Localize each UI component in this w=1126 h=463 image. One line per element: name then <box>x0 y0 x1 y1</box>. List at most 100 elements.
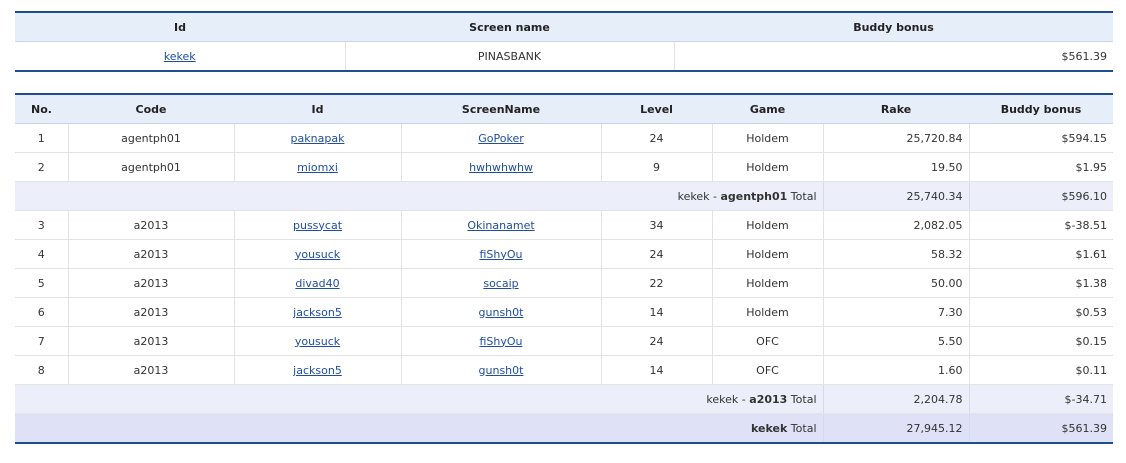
row-id-link[interactable]: miomxi <box>297 161 338 174</box>
row-screen-name-cell: gunsh0t <box>401 355 602 385</box>
row-game: Holdem <box>712 152 824 182</box>
table-row: 5 a2013 divad40 socaip 22 Holdem 50.00 $… <box>15 268 1113 298</box>
table-row: 1 agentph01 paknapak GoPoker 24 Holdem 2… <box>15 123 1113 153</box>
subtotal-owner: kekek <box>677 189 710 203</box>
row-level: 9 <box>601 152 713 182</box>
table-row: 2 agentph01 miomxi hwhwhwhw 9 Holdem 19.… <box>15 152 1113 182</box>
row-screen-name-cell: gunsh0t <box>401 297 602 327</box>
row-code: agentph01 <box>68 123 235 153</box>
subtotal-buddy-bonus: $-34.71 <box>969 384 1113 414</box>
header-screen-name: ScreenName <box>401 94 601 124</box>
table-row: 4 a2013 yousuck fiShyOu 24 Holdem 58.32 … <box>15 239 1113 269</box>
subtotal-label: kekek - agentph01 Total <box>15 181 824 211</box>
row-screen-name-cell: Okinanamet <box>401 210 602 240</box>
row-rake: 5.50 <box>823 326 970 356</box>
row-id-cell: jackson5 <box>234 355 402 385</box>
row-game: OFC <box>712 355 824 385</box>
row-id-link[interactable]: divad40 <box>295 277 339 290</box>
row-no: 4 <box>15 239 69 269</box>
row-buddy-bonus: $594.15 <box>969 123 1113 153</box>
row-code: a2013 <box>68 326 235 356</box>
row-code: a2013 <box>68 297 235 327</box>
row-level: 24 <box>601 123 713 153</box>
row-buddy-bonus: $1.95 <box>969 152 1113 182</box>
row-screen-name-cell: GoPoker <box>401 123 602 153</box>
grand-total-label: kekek Total <box>15 413 824 444</box>
subtotal-rake: 25,740.34 <box>823 181 970 211</box>
row-id-link[interactable]: yousuck <box>295 335 340 348</box>
row-screen-name-cell: socaip <box>401 268 602 298</box>
row-id-cell: yousuck <box>234 239 402 269</box>
row-id-cell: yousuck <box>234 326 402 356</box>
row-screen-name-link[interactable]: socaip <box>483 277 518 290</box>
row-code: agentph01 <box>68 152 235 182</box>
summary-header-buddy-bonus: Buddy bonus <box>674 12 1113 42</box>
row-screen-name-link[interactable]: gunsh0t <box>479 306 524 319</box>
subtotal-rake: 2,204.78 <box>823 384 970 414</box>
row-rake: 25,720.84 <box>823 123 970 153</box>
row-id-link[interactable]: jackson5 <box>293 364 342 377</box>
row-level: 34 <box>601 210 713 240</box>
subtotal-buddy-bonus: $596.10 <box>969 181 1113 211</box>
header-level: Level <box>601 94 712 124</box>
row-id-link[interactable]: yousuck <box>295 248 340 261</box>
row-id-cell: jackson5 <box>234 297 402 327</box>
grand-total-owner: kekek <box>751 421 788 435</box>
row-no: 1 <box>15 123 69 153</box>
subtotal-code: a2013 <box>749 392 788 406</box>
row-id-link[interactable]: paknapak <box>291 132 345 145</box>
row-screen-name-link[interactable]: gunsh0t <box>479 364 524 377</box>
header-code: Code <box>68 94 234 124</box>
row-buddy-bonus: $-38.51 <box>969 210 1113 240</box>
summary-header-screen-name: Screen name <box>345 12 674 42</box>
row-level: 14 <box>601 355 713 385</box>
row-buddy-bonus: $0.11 <box>969 355 1113 385</box>
table-row: 7 a2013 yousuck fiShyOu 24 OFC 5.50 $0.1… <box>15 326 1113 356</box>
row-id-cell: paknapak <box>234 123 402 153</box>
subtotal-row-a2013: kekek - a2013 Total 2,204.78 $-34.71 <box>15 384 1113 414</box>
row-screen-name-link[interactable]: fiShyOu <box>479 248 522 261</box>
detail-header-row: No. Code Id ScreenName Level Game Rake B… <box>15 94 1113 124</box>
row-screen-name-link[interactable]: Okinanamet <box>467 219 534 232</box>
row-screen-name-link[interactable]: fiShyOu <box>479 335 522 348</box>
row-buddy-bonus: $0.53 <box>969 297 1113 327</box>
row-no: 6 <box>15 297 69 327</box>
summary-id-cell: kekek <box>15 41 346 72</box>
row-rake: 58.32 <box>823 239 970 269</box>
subtotal-suffix: Total <box>787 189 817 203</box>
row-rake: 7.30 <box>823 297 970 327</box>
subtotal-label: kekek - a2013 Total <box>15 384 824 414</box>
header-id: Id <box>234 94 401 124</box>
row-id-cell: pussycat <box>234 210 402 240</box>
row-no: 8 <box>15 355 69 385</box>
summary-screen-name-cell: PINASBANK <box>345 41 675 72</box>
detail-table: No. Code Id ScreenName Level Game Rake B… <box>15 93 1113 444</box>
row-screen-name-cell: fiShyOu <box>401 326 602 356</box>
row-no: 2 <box>15 152 69 182</box>
table-row: 8 a2013 jackson5 gunsh0t 14 OFC 1.60 $0.… <box>15 355 1113 385</box>
summary-table: Id Screen name Buddy bonus kekek PINASBA… <box>15 11 1113 72</box>
row-screen-name-link[interactable]: hwhwhwhw <box>469 161 533 174</box>
row-rake: 19.50 <box>823 152 970 182</box>
row-screen-name-cell: fiShyOu <box>401 239 602 269</box>
summary-buddy-bonus-cell: $561.39 <box>674 41 1113 72</box>
table-row: 3 a2013 pussycat Okinanamet 34 Holdem 2,… <box>15 210 1113 240</box>
row-game: Holdem <box>712 123 824 153</box>
row-no: 5 <box>15 268 69 298</box>
summary-id-link[interactable]: kekek <box>164 50 196 63</box>
row-buddy-bonus: $1.61 <box>969 239 1113 269</box>
row-game: Holdem <box>712 268 824 298</box>
summary-header-row: Id Screen name Buddy bonus <box>15 12 1113 42</box>
row-code: a2013 <box>68 355 235 385</box>
subtotal-owner: kekek <box>706 392 739 406</box>
subtotal-sep: - <box>709 189 721 203</box>
row-no: 3 <box>15 210 69 240</box>
row-level: 24 <box>601 239 713 269</box>
row-screen-name-cell: hwhwhwhw <box>401 152 602 182</box>
row-screen-name-link[interactable]: GoPoker <box>478 132 524 145</box>
row-id-link[interactable]: jackson5 <box>293 306 342 319</box>
row-id-link[interactable]: pussycat <box>293 219 342 232</box>
row-game: OFC <box>712 326 824 356</box>
row-rake: 2,082.05 <box>823 210 970 240</box>
row-buddy-bonus: $1.38 <box>969 268 1113 298</box>
